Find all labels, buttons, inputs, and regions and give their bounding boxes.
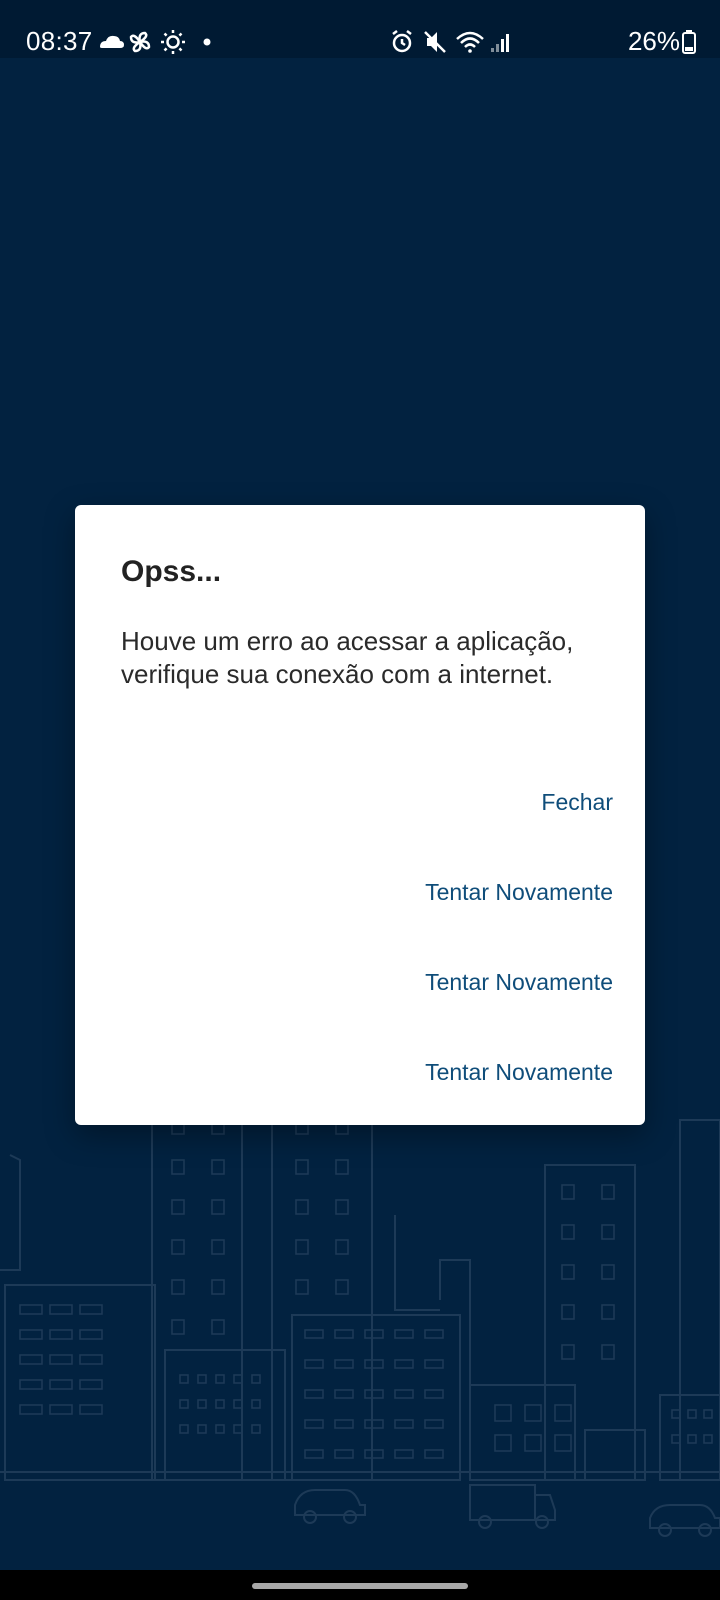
mute-icon xyxy=(424,31,446,53)
home-indicator[interactable] xyxy=(252,1583,468,1589)
city-skyline-illustration xyxy=(0,1080,720,1537)
notification-dot-icon xyxy=(203,38,211,46)
navigation-bar xyxy=(0,1570,720,1600)
error-dialog: Opss... Houve um erro ao acessar a aplic… xyxy=(75,505,645,1125)
status-right-icons xyxy=(392,30,509,53)
retry-button[interactable]: Tentar Novamente xyxy=(425,1051,613,1094)
status-left-icons xyxy=(100,30,211,54)
signal-icon xyxy=(491,34,509,52)
brightness-icon xyxy=(161,30,185,54)
status-bar: 08:37 26% xyxy=(0,0,720,58)
alarm-icon xyxy=(392,30,412,53)
battery-percentage: 26% xyxy=(627,26,680,56)
close-button[interactable]: Fechar xyxy=(541,781,613,824)
pinwheel-icon xyxy=(129,31,151,53)
dialog-title: Opss... xyxy=(121,555,222,588)
retry-button[interactable]: Tentar Novamente xyxy=(425,961,613,1004)
dialog-message: Houve um erro ao acessar a aplicação, ve… xyxy=(121,626,574,689)
cloud-icon xyxy=(100,35,124,48)
wifi-icon xyxy=(456,31,484,53)
battery-icon xyxy=(682,30,696,54)
status-time: 08:37 xyxy=(26,26,93,56)
retry-button[interactable]: Tentar Novamente xyxy=(425,871,613,914)
